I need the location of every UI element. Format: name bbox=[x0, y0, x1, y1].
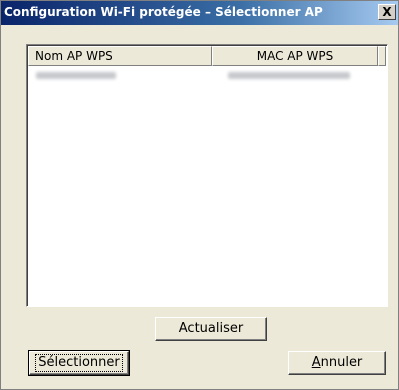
select-button-label: Sélectionner bbox=[35, 354, 123, 372]
list-item[interactable] bbox=[28, 67, 385, 83]
cancel-label-rest: nnuler bbox=[320, 355, 363, 370]
column-header-filler bbox=[378, 46, 386, 66]
title-bar[interactable]: Configuration Wi-Fi protégée – Sélection… bbox=[1, 1, 398, 25]
wps-select-ap-dialog: Configuration Wi-Fi protégée – Sélection… bbox=[0, 0, 399, 390]
cancel-button[interactable]: Annuler bbox=[288, 351, 386, 375]
select-button[interactable]: Sélectionner bbox=[28, 350, 130, 376]
column-header-ap-mac[interactable]: MAC AP WPS bbox=[212, 46, 378, 66]
ap-mac-redacted bbox=[228, 72, 350, 79]
ap-name-redacted bbox=[36, 72, 116, 79]
window-title: Configuration Wi-Fi protégée – Sélection… bbox=[4, 5, 323, 19]
close-icon: X bbox=[382, 5, 392, 19]
refresh-button[interactable]: Actualiser bbox=[155, 317, 267, 341]
list-header: Nom AP WPS MAC AP WPS bbox=[28, 46, 386, 66]
cancel-access-key: A bbox=[311, 355, 321, 370]
ap-list[interactable]: Nom AP WPS MAC AP WPS bbox=[26, 44, 388, 307]
column-header-ap-name[interactable]: Nom AP WPS bbox=[28, 46, 212, 66]
close-button[interactable]: X bbox=[378, 4, 396, 20]
